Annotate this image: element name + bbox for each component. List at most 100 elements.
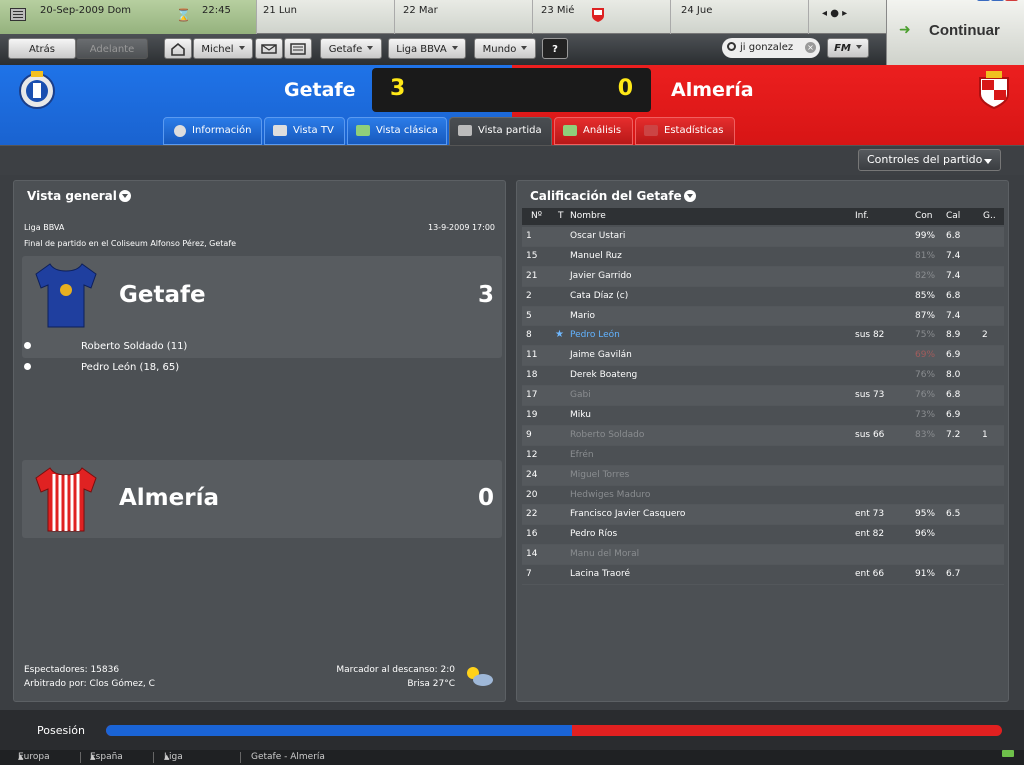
cell-name[interactable]: Lacina Traoré bbox=[570, 569, 630, 579]
table-row[interactable]: 8 Pedro León sus 82 75% 8.9 2 ★ bbox=[522, 326, 1004, 347]
cell-name[interactable]: Mario bbox=[570, 311, 595, 321]
tab-statistics[interactable]: Estadísticas bbox=[635, 117, 735, 145]
tab-tv-view[interactable]: Vista TV bbox=[264, 117, 345, 145]
weather-text: Brisa 27°C bbox=[407, 679, 455, 689]
home-team-name[interactable]: Getafe bbox=[119, 282, 206, 308]
sevilla-crest-icon bbox=[592, 8, 604, 22]
cell-name[interactable]: Roberto Soldado bbox=[570, 430, 644, 440]
cell-name[interactable]: Gabi bbox=[570, 390, 591, 400]
col-condition[interactable]: Con bbox=[915, 211, 933, 221]
table-row[interactable]: 18 Derek Boateng 76% 8.0 bbox=[522, 366, 1004, 387]
cell-con: 81% bbox=[915, 250, 936, 261]
tab-information[interactable]: Información bbox=[163, 117, 262, 145]
table-row[interactable]: 21 Javier Garrido 82% 7.4 bbox=[522, 266, 1004, 287]
cell-con: 83% bbox=[915, 429, 936, 440]
window-buttons[interactable] bbox=[976, 0, 1022, 2]
tab-analysis[interactable]: Análisis bbox=[554, 117, 633, 145]
back-button[interactable]: Atrás bbox=[8, 38, 76, 59]
table-row[interactable]: 5 Mario 87% 7.4 bbox=[522, 306, 1004, 327]
clear-icon[interactable]: × bbox=[805, 42, 816, 53]
home-button[interactable] bbox=[164, 38, 192, 59]
search-icon bbox=[727, 42, 736, 51]
table-row[interactable]: 1 Oscar Ustari 99% 6.8 bbox=[522, 227, 1004, 247]
cell-con: 73% bbox=[915, 410, 936, 421]
cell-name[interactable]: Hedwiges Maduro bbox=[570, 490, 650, 500]
col-type[interactable]: T bbox=[558, 211, 564, 221]
almeria-crest-icon[interactable] bbox=[976, 70, 1012, 110]
breadcrumb: Europa ▲ España ▲ Liga BBVA ▲ Getafe - A… bbox=[0, 750, 1024, 765]
col-rating[interactable]: Cal bbox=[946, 211, 960, 221]
away-team-name[interactable]: Almería bbox=[119, 485, 219, 511]
calendar-day-3[interactable]: 23 Mié bbox=[533, 0, 671, 34]
ball-icon bbox=[24, 342, 31, 349]
breadcrumb-match[interactable]: Getafe - Almería bbox=[251, 750, 325, 765]
continue-button[interactable]: ➜ Continuar bbox=[886, 0, 1024, 65]
table-row[interactable]: 7 Lacina Traoré ent 66 91% 6.7 bbox=[522, 565, 1004, 586]
cell-name[interactable]: Derek Boateng bbox=[570, 370, 637, 380]
table-row[interactable]: 22 Francisco Javier Casquero ent 73 95% 6.5 bbox=[522, 505, 1004, 526]
table-row[interactable]: 2 Cata Díaz (c) 85% 6.8 bbox=[522, 287, 1004, 307]
cell-name[interactable]: Pedro Ríos bbox=[570, 529, 617, 539]
cell-con: 99% bbox=[915, 231, 936, 241]
forward-button[interactable]: Adelante bbox=[76, 38, 148, 59]
cell-name[interactable]: Javier Garrido bbox=[570, 271, 632, 281]
goal-scorer[interactable]: Pedro León (18, 65) bbox=[81, 362, 179, 373]
cell-name[interactable]: Miku bbox=[570, 410, 591, 420]
tab-match-view[interactable]: Vista partida bbox=[449, 117, 552, 145]
table-row[interactable]: 9 Roberto Soldado sus 66 83% 7.2 1 bbox=[522, 425, 1004, 446]
table-row[interactable]: 20 Hedwiges Maduro bbox=[522, 486, 1004, 506]
table-row[interactable]: 24 Miguel Torres bbox=[522, 465, 1004, 486]
possession-label: Posesión bbox=[37, 724, 85, 737]
table-row[interactable]: 19 Miku 73% 6.9 bbox=[522, 406, 1004, 426]
table-row[interactable]: 11 Jaime Gavilán 69% 6.9 bbox=[522, 346, 1004, 367]
inbox-button[interactable] bbox=[255, 38, 283, 59]
cell-name[interactable]: Oscar Ustari bbox=[570, 231, 625, 241]
table-row[interactable]: 15 Manuel Ruz 81% 7.4 bbox=[522, 247, 1004, 267]
ratings-title[interactable]: Calificación del Getafe bbox=[530, 189, 696, 203]
calendar-scroll-controls[interactable]: ◂ ● ▸ bbox=[822, 8, 847, 19]
col-name[interactable]: Nombre bbox=[570, 211, 606, 221]
calendar-day-2[interactable]: 22 Mar bbox=[395, 0, 533, 34]
cell-no: 18 bbox=[526, 370, 538, 381]
cell-name[interactable]: Manu del Moral bbox=[570, 549, 639, 559]
club-menu[interactable]: Getafe bbox=[320, 38, 382, 59]
cell-name[interactable]: Manuel Ruz bbox=[570, 251, 622, 261]
cell-name[interactable]: Efrén bbox=[570, 450, 594, 460]
possession-meter bbox=[106, 725, 1002, 736]
goal-scorer[interactable]: Roberto Soldado (11) bbox=[81, 341, 187, 352]
col-goals[interactable]: G.. bbox=[983, 211, 996, 221]
cell-no: 1 bbox=[526, 231, 532, 241]
cell-name[interactable]: Miguel Torres bbox=[570, 470, 629, 480]
cell-no: 2 bbox=[526, 290, 532, 301]
manager-menu[interactable]: Michel bbox=[193, 38, 253, 59]
home-team-name[interactable]: Getafe bbox=[284, 79, 356, 101]
league-menu[interactable]: Liga BBVA bbox=[388, 38, 466, 59]
cell-name[interactable]: Francisco Javier Casquero bbox=[570, 509, 685, 519]
col-info[interactable]: Inf. bbox=[855, 211, 869, 221]
fm-menu-button[interactable]: FM bbox=[827, 38, 869, 58]
calendar-day-label: 22 Mar bbox=[403, 5, 438, 16]
calendar-current-day[interactable]: 20-Sep-2009 Dom ⌛ 22:45 bbox=[0, 0, 257, 34]
table-row[interactable]: 17 Gabi sus 73 76% 6.8 bbox=[522, 386, 1004, 407]
overview-title[interactable]: Vista general bbox=[27, 189, 131, 203]
help-button[interactable]: ? bbox=[542, 38, 568, 59]
table-row[interactable]: 12 Efrén bbox=[522, 446, 1004, 466]
match-controls-button[interactable]: Controles del partido bbox=[858, 149, 1001, 171]
competition-name[interactable]: Liga BBVA bbox=[24, 223, 64, 232]
getafe-crest-icon[interactable] bbox=[18, 70, 56, 110]
table-row[interactable]: 16 Pedro Ríos ent 82 96% bbox=[522, 525, 1004, 546]
table-row[interactable]: 14 Manu del Moral bbox=[522, 545, 1004, 566]
world-menu[interactable]: Mundo bbox=[474, 38, 536, 59]
referee[interactable]: Arbitrado por: Clos Gómez, C bbox=[24, 679, 155, 689]
search-input[interactable]: ji gonzalez × bbox=[722, 38, 820, 58]
calendar-day-4[interactable]: 24 Jue bbox=[671, 0, 809, 34]
calendar-day-1[interactable]: 21 Lun bbox=[257, 0, 395, 34]
cell-name[interactable]: Cata Díaz (c) bbox=[570, 291, 628, 301]
cell-name[interactable]: Pedro León bbox=[570, 330, 620, 340]
away-team-name[interactable]: Almería bbox=[671, 79, 754, 101]
cell-name[interactable]: Jaime Gavilán bbox=[570, 350, 632, 360]
news-button[interactable] bbox=[284, 38, 312, 59]
cell-inf: sus 66 bbox=[855, 429, 885, 440]
col-number[interactable]: Nº bbox=[531, 211, 542, 221]
tab-classic-view[interactable]: Vista clásica bbox=[347, 117, 447, 145]
